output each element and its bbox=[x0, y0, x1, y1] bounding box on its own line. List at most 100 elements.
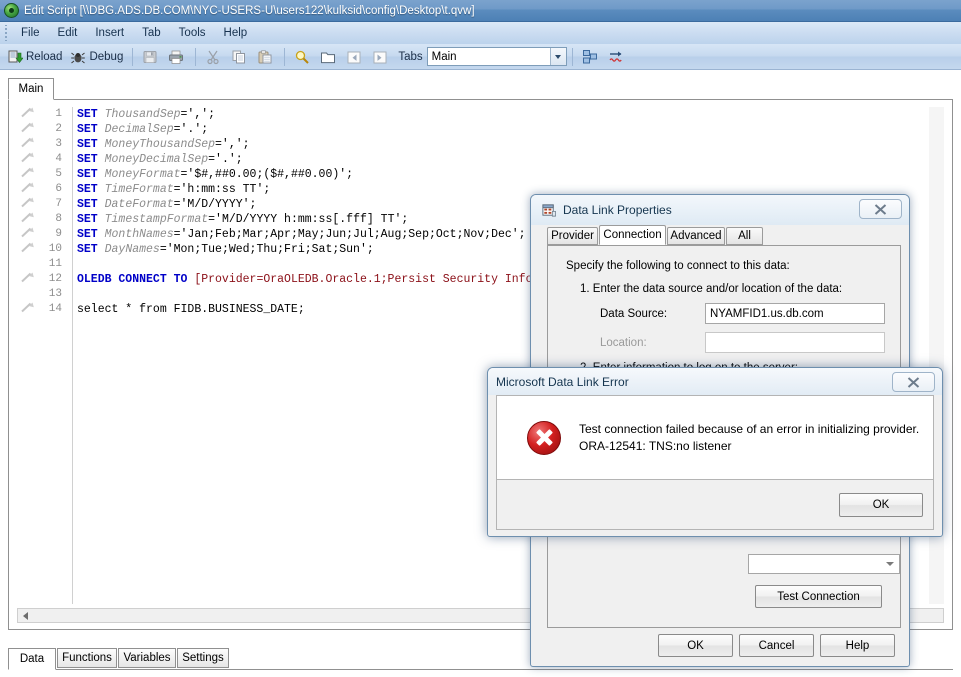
data-link-help-button[interactable]: Help bbox=[820, 634, 895, 657]
error-ok-button[interactable]: OK bbox=[839, 493, 923, 517]
code-line: 1 SET ThousandSep=','; bbox=[17, 107, 944, 122]
bottom-tab-functions[interactable]: Functions bbox=[57, 648, 117, 668]
location-input[interactable] bbox=[705, 332, 885, 353]
next-tab-icon bbox=[373, 51, 387, 63]
line-bookmark-arrow-icon bbox=[17, 182, 39, 193]
close-icon bbox=[907, 376, 920, 388]
line-bookmark-arrow-icon bbox=[17, 242, 39, 253]
toolbar: Reload Debug Tabs Main bbox=[0, 44, 961, 70]
script-tab-main[interactable]: Main bbox=[8, 78, 54, 100]
step-1-label: 1. Enter the data source and/or location… bbox=[580, 283, 843, 295]
tabs-label: Tabs bbox=[398, 50, 423, 63]
reload-icon bbox=[8, 50, 23, 63]
menu-item-file[interactable]: File bbox=[12, 24, 49, 42]
toolbar-separator-4 bbox=[571, 47, 573, 66]
syntax-check-button[interactable] bbox=[604, 46, 630, 68]
code-text: SET MoneyDecimalSep='.'; bbox=[77, 153, 243, 166]
line-bookmark-arrow-icon bbox=[17, 107, 39, 118]
open-folder-button[interactable] bbox=[316, 46, 342, 68]
tab-all[interactable]: All bbox=[726, 227, 763, 245]
error-circle-icon bbox=[527, 420, 561, 455]
data-link-dialog-title: Data Link Properties bbox=[563, 203, 672, 217]
data-source-label: Data Source: bbox=[600, 308, 668, 320]
line-bookmark-arrow-icon bbox=[17, 122, 39, 133]
syntax-check-icon bbox=[609, 51, 622, 62]
cut-button[interactable] bbox=[201, 46, 227, 68]
tab-organize-icon bbox=[582, 49, 597, 63]
scroll-left-arrow-icon[interactable] bbox=[18, 609, 33, 622]
toolbar-separator-2 bbox=[195, 47, 197, 66]
code-line: 2 SET DecimalSep='.'; bbox=[17, 122, 944, 137]
menu-item-tab[interactable]: Tab bbox=[133, 24, 170, 42]
chevron-down-icon[interactable] bbox=[882, 556, 898, 572]
tab-advanced[interactable]: Advanced bbox=[667, 227, 725, 245]
print-button[interactable] bbox=[164, 46, 190, 68]
code-text: SET TimestampFormat='M/D/YYYY h:mm:ss[.f… bbox=[77, 213, 409, 226]
initial-catalog-combobox[interactable] bbox=[748, 554, 900, 574]
bottom-tab-data[interactable]: Data bbox=[8, 648, 56, 670]
menu-item-help[interactable]: Help bbox=[215, 24, 257, 42]
bottom-tab-settings[interactable]: Settings bbox=[177, 648, 229, 668]
code-line: 4 SET MoneyDecimalSep='.'; bbox=[17, 152, 944, 167]
data-source-input[interactable]: NYAMFID1.us.db.com bbox=[705, 303, 885, 324]
menu-item-edit[interactable]: Edit bbox=[49, 24, 87, 42]
error-dialog-close-button[interactable] bbox=[892, 372, 935, 392]
data-link-ok-button[interactable]: OK bbox=[658, 634, 733, 657]
toolbar-separator-3 bbox=[284, 47, 286, 66]
code-text: select * from FIDB.BUSINESS_DATE; bbox=[77, 303, 305, 316]
qlikview-icon bbox=[4, 3, 19, 18]
line-number: 4 bbox=[55, 153, 62, 165]
data-link-dialog-titlebar: Data Link Properties bbox=[531, 195, 909, 225]
reload-button[interactable]: Reload bbox=[3, 46, 66, 68]
reload-button-label: Reload bbox=[26, 50, 63, 63]
find-button[interactable] bbox=[290, 46, 316, 68]
menu-grip-handle[interactable] bbox=[2, 25, 10, 41]
code-line: 5 SET MoneyFormat='$#,##0.00;($#,##0.00)'… bbox=[17, 167, 944, 182]
tab-connection[interactable]: Connection bbox=[599, 225, 666, 245]
data-link-close-button[interactable] bbox=[859, 199, 902, 219]
debug-button[interactable]: Debug bbox=[66, 46, 127, 68]
test-connection-button[interactable]: Test Connection bbox=[755, 585, 882, 608]
error-dialog-title: Microsoft Data Link Error bbox=[496, 374, 629, 389]
error-message-line-1: Test connection failed because of an err… bbox=[579, 421, 920, 436]
tab-provider[interactable]: Provider bbox=[547, 227, 598, 245]
toolbar-separator-1 bbox=[132, 47, 134, 66]
line-number: 8 bbox=[55, 213, 62, 225]
line-number: 14 bbox=[48, 303, 62, 315]
code-text: SET MoneyFormat='$#,##0.00;($#,##0.00)'; bbox=[77, 168, 354, 181]
bottom-tabs-baseline bbox=[8, 669, 953, 670]
previous-tab-button[interactable] bbox=[342, 46, 368, 68]
copy-icon bbox=[232, 50, 246, 63]
code-text: SET DayNames='Mon;Tue;Wed;Thu;Fri;Sat;Su… bbox=[77, 243, 374, 256]
connection-intro-text: Specify the following to connect to this… bbox=[566, 260, 790, 272]
data-link-cancel-button[interactable]: Cancel bbox=[739, 634, 814, 657]
copy-button[interactable] bbox=[227, 46, 253, 68]
debug-button-label: Debug bbox=[89, 50, 124, 63]
application-window: Edit Script [\\DBG.ADS.DB.COM\NYC-USERS-… bbox=[0, 0, 961, 677]
next-tab-button[interactable] bbox=[368, 46, 394, 68]
code-text: SET TimeFormat='h:mm:ss TT'; bbox=[77, 183, 271, 196]
tab-selector-value: Main bbox=[431, 50, 457, 63]
code-text: SET MonthNames='Jan;Feb;Mar;Apr;May;Jun;… bbox=[77, 228, 526, 241]
menu-item-insert[interactable]: Insert bbox=[86, 24, 133, 42]
chevron-down-icon[interactable] bbox=[549, 48, 566, 65]
window-title-text: Edit Script [\\DBG.ADS.DB.COM\NYC-USERS-… bbox=[24, 4, 475, 17]
error-dialog-footer: OK bbox=[496, 480, 934, 530]
error-message-area: Test connection failed because of an err… bbox=[496, 395, 934, 480]
line-number: 2 bbox=[55, 123, 62, 135]
code-text: SET DecimalSep='.'; bbox=[77, 123, 209, 136]
code-text: SET DateFormat='M/D/YYYY'; bbox=[77, 198, 257, 211]
save-button[interactable] bbox=[138, 46, 164, 68]
tab-organize-button[interactable] bbox=[578, 46, 604, 68]
bottom-tab-variables[interactable]: Variables bbox=[118, 648, 176, 668]
line-number: 13 bbox=[48, 288, 62, 300]
line-bookmark-arrow-icon bbox=[17, 137, 39, 148]
previous-tab-icon bbox=[347, 51, 361, 63]
paste-button[interactable] bbox=[253, 46, 279, 68]
line-bookmark-arrow-icon bbox=[17, 302, 39, 313]
line-bookmark-arrow-icon bbox=[17, 152, 39, 163]
error-message-text: Test connection failed because of an err… bbox=[579, 421, 919, 455]
tab-selector-combobox[interactable]: Main bbox=[426, 47, 567, 66]
menu-item-tools[interactable]: Tools bbox=[170, 24, 215, 42]
line-number: 7 bbox=[55, 198, 62, 210]
